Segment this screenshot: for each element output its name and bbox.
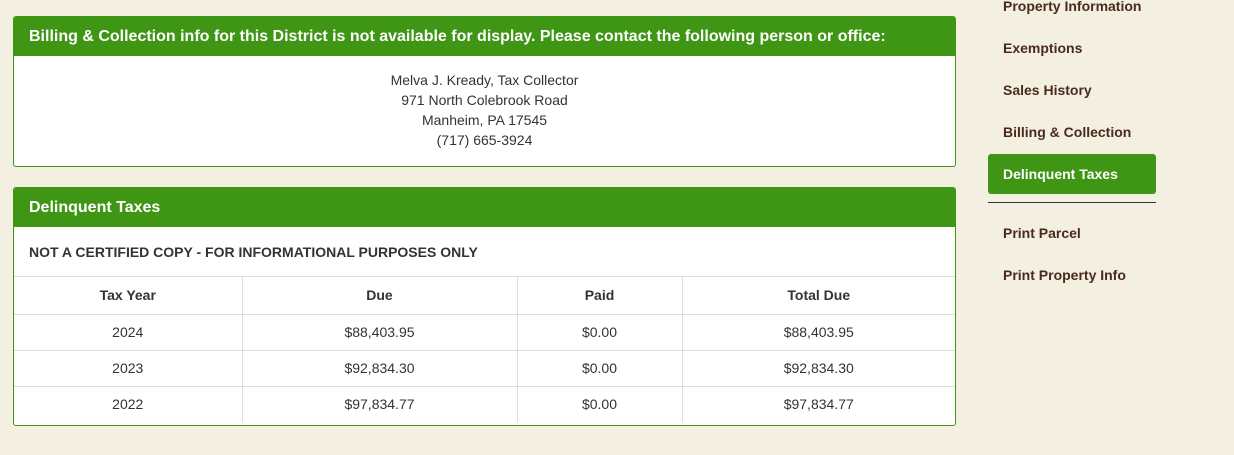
column-header-total-due: Total Due: [682, 277, 955, 315]
delinquent-taxes-panel: Delinquent Taxes NOT A CERTIFIED COPY - …: [13, 187, 956, 426]
column-header-due: Due: [242, 277, 518, 315]
not-certified-disclaimer: NOT A CERTIFIED COPY - FOR INFORMATIONAL…: [14, 227, 955, 277]
sidebar-item-property-information[interactable]: Property Information: [988, 0, 1156, 26]
billing-collection-panel: Billing & Collection info for this Distr…: [13, 16, 956, 167]
cell-due: $92,834.30: [242, 350, 518, 387]
contact-city: Manheim, PA 17545: [421, 112, 548, 128]
sidebar-item-print-property-info[interactable]: Print Property Info: [988, 255, 1156, 295]
contact-phone: (717) 665-3924: [436, 132, 533, 148]
sidebar-item-exemptions[interactable]: Exemptions: [988, 28, 1156, 68]
sidebar-item-sales-history[interactable]: Sales History: [988, 70, 1156, 110]
column-header-tax-year: Tax Year: [14, 277, 243, 315]
billing-panel-header: Billing & Collection info for this Distr…: [14, 17, 955, 56]
cell-tax-year: 2024: [14, 314, 243, 351]
table-header-row: Tax Year Due Paid Total Due: [14, 277, 955, 315]
cell-paid: $0.00: [517, 314, 683, 351]
table-row: 2023 $92,834.30 $0.00 $92,834.30: [14, 350, 955, 387]
table-row: 2022 $97,834.77 $0.00 $97,834.77: [14, 386, 955, 422]
cell-paid: $0.00: [517, 350, 683, 387]
contact-street: 971 North Colebrook Road: [401, 92, 568, 108]
sidebar-item-delinquent-taxes[interactable]: Delinquent Taxes: [988, 154, 1156, 194]
sidebar-item-billing-collection[interactable]: Billing & Collection: [988, 112, 1156, 152]
column-header-paid: Paid: [517, 277, 683, 315]
cell-paid: $0.00: [517, 386, 683, 422]
cell-total-due: $97,834.77: [783, 396, 854, 413]
cell-due: $88,403.95: [242, 314, 518, 351]
cell-tax-year: 2022: [14, 386, 243, 422]
contact-name: Melva J. Kready, Tax Collector: [390, 72, 579, 88]
contact-info: Melva J. Kready, Tax Collector 971 North…: [14, 56, 955, 150]
cell-total-due: $88,403.95: [682, 314, 955, 351]
sidebar-item-print-parcel[interactable]: Print Parcel: [988, 213, 1156, 253]
cell-due: $97,834.77: [242, 386, 518, 422]
cell-total-due: $92,834.30: [682, 350, 955, 387]
table-row: 2024 $88,403.95 $0.00 $88,403.95: [14, 314, 955, 351]
cell-tax-year: 2023: [14, 350, 243, 387]
sidebar-divider: [988, 202, 1156, 203]
delinquent-taxes-table: Tax Year Due Paid Total Due 2024 $88,403…: [14, 277, 955, 422]
delinquent-panel-header: Delinquent Taxes: [14, 188, 955, 227]
